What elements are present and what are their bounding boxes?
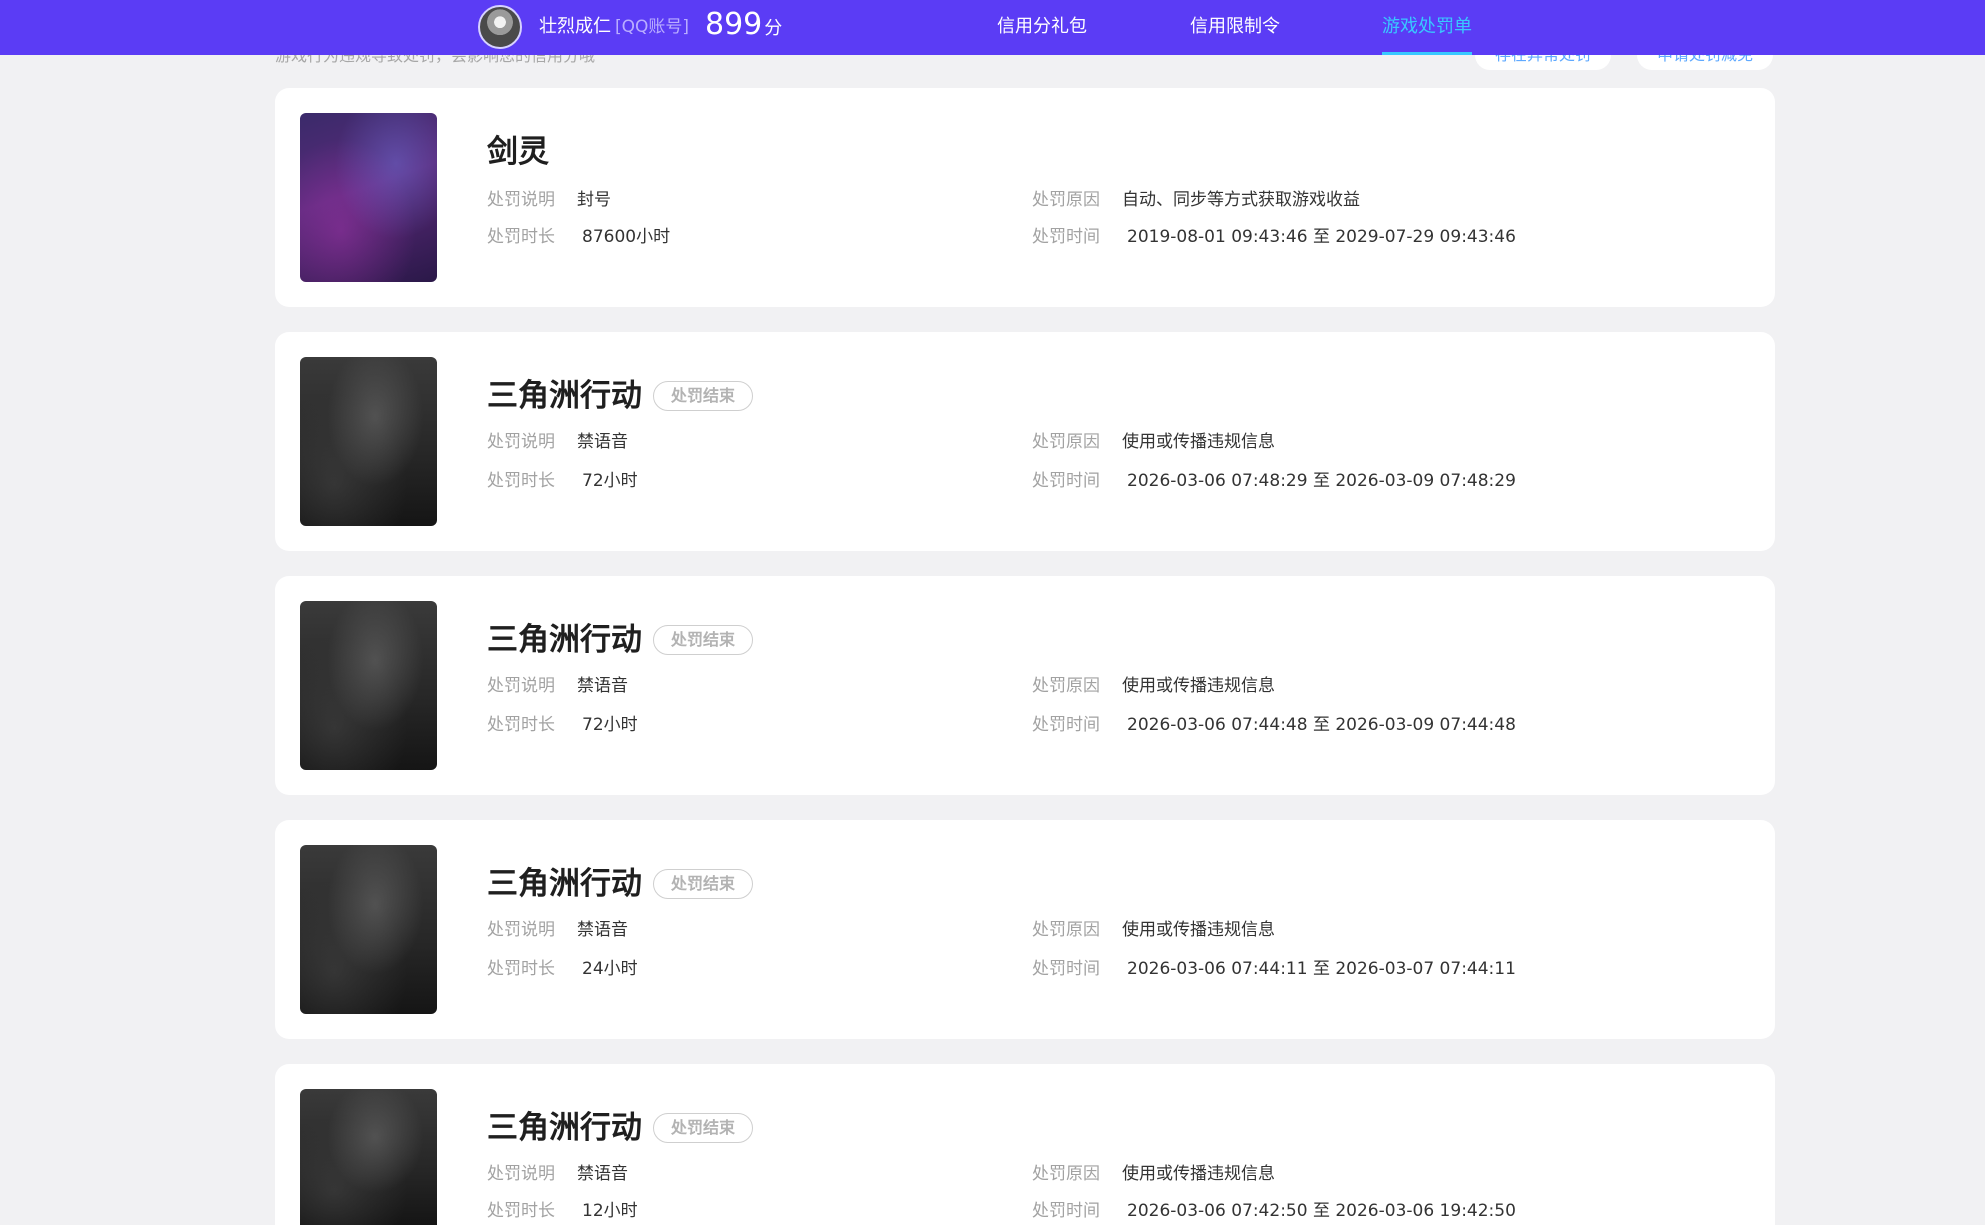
desc-value: 禁语音 bbox=[577, 432, 628, 452]
desc-value: 禁语音 bbox=[577, 676, 628, 696]
status-badge: 处罚结束 bbox=[653, 381, 754, 411]
status-badge: 处罚结束 bbox=[653, 625, 754, 655]
reason-value: 自动、同步等方式获取游戏收益 bbox=[1122, 190, 1360, 210]
reason-label: 处罚原因 bbox=[1032, 920, 1100, 940]
game-title: 三角洲行动 bbox=[487, 1110, 642, 1146]
penalty-card: 三角洲行动 处罚结束 处罚说明 禁语音 处罚时长 72小时 处罚原因 使用或传播… bbox=[275, 332, 1775, 551]
username: 壮烈成仁 bbox=[539, 16, 611, 37]
penalty-card: 三角洲行动 处罚结束 处罚说明 禁语音 处罚时长 12小时 处罚原因 使用或传播… bbox=[275, 1064, 1775, 1225]
avatar[interactable] bbox=[478, 5, 522, 49]
user-name-block: 壮烈成仁 [QQ账号] bbox=[539, 15, 689, 39]
duration-value: 72小时 bbox=[582, 471, 638, 491]
desc-value: 禁语音 bbox=[577, 1164, 628, 1184]
duration-label: 处罚时长 bbox=[487, 1201, 555, 1221]
time-label: 处罚时间 bbox=[1032, 471, 1100, 491]
desc-value: 禁语音 bbox=[577, 920, 628, 940]
reason-label: 处罚原因 bbox=[1032, 1164, 1100, 1184]
time-label: 处罚时间 bbox=[1032, 1201, 1100, 1221]
time-value: 2026-03-06 07:42:50 至 2026-03-06 19:42:5… bbox=[1127, 1201, 1516, 1221]
reason-value: 使用或传播违规信息 bbox=[1122, 676, 1275, 696]
time-value: 2019-08-01 09:43:46 至 2029-07-29 09:43:4… bbox=[1127, 227, 1516, 247]
status-badge: 处罚结束 bbox=[653, 1113, 754, 1143]
game-title: 剑灵 bbox=[487, 134, 549, 170]
game-cover-image bbox=[300, 845, 437, 1014]
time-label: 处罚时间 bbox=[1032, 715, 1100, 735]
duration-value: 72小时 bbox=[582, 715, 638, 735]
duration-value: 24小时 bbox=[582, 959, 638, 979]
desc-label: 处罚说明 bbox=[487, 190, 555, 210]
time-value: 2026-03-06 07:48:29 至 2026-03-09 07:48:2… bbox=[1127, 471, 1516, 491]
account-type: [QQ账号] bbox=[615, 17, 690, 37]
desc-label: 处罚说明 bbox=[487, 1164, 555, 1184]
duration-label: 处罚时长 bbox=[487, 227, 555, 247]
status-badge: 处罚结束 bbox=[653, 869, 754, 899]
score-value: 899 bbox=[705, 7, 763, 42]
game-cover-image bbox=[300, 1089, 437, 1225]
duration-label: 处罚时长 bbox=[487, 471, 555, 491]
desc-value: 封号 bbox=[577, 190, 611, 210]
desc-label: 处罚说明 bbox=[487, 676, 555, 696]
penalty-card: 三角洲行动 处罚结束 处罚说明 禁语音 处罚时长 24小时 处罚原因 使用或传播… bbox=[275, 820, 1775, 1039]
reason-value: 使用或传播违规信息 bbox=[1122, 920, 1275, 940]
desc-label: 处罚说明 bbox=[487, 920, 555, 940]
duration-label: 处罚时长 bbox=[487, 715, 555, 735]
game-title: 三角洲行动 bbox=[487, 866, 642, 902]
penalty-card: 剑灵 处罚说明 封号 处罚时长 87600小时 处罚原因 自动、同步等方式获取游… bbox=[275, 88, 1775, 307]
game-cover-image bbox=[300, 357, 437, 526]
desc-label: 处罚说明 bbox=[487, 432, 555, 452]
game-cover-image bbox=[300, 601, 437, 770]
duration-value: 12小时 bbox=[582, 1201, 638, 1221]
tab-credit-restriction[interactable]: 信用限制令 bbox=[1190, 0, 1280, 55]
game-cover-image bbox=[300, 113, 437, 282]
time-label: 处罚时间 bbox=[1032, 959, 1100, 979]
top-bar: 壮烈成仁 [QQ账号] 899 分 信用分礼包 信用限制令 游戏处罚单 bbox=[0, 0, 1985, 55]
penalty-card: 三角洲行动 处罚结束 处罚说明 禁语音 处罚时长 72小时 处罚原因 使用或传播… bbox=[275, 576, 1775, 795]
duration-value: 87600小时 bbox=[582, 227, 671, 247]
reason-value: 使用或传播违规信息 bbox=[1122, 1164, 1275, 1184]
game-title: 三角洲行动 bbox=[487, 622, 642, 658]
reason-label: 处罚原因 bbox=[1032, 676, 1100, 696]
reason-label: 处罚原因 bbox=[1032, 432, 1100, 452]
credit-score: 899 分 bbox=[705, 7, 782, 47]
tab-credit-gift[interactable]: 信用分礼包 bbox=[997, 0, 1087, 55]
duration-label: 处罚时长 bbox=[487, 959, 555, 979]
game-title: 三角洲行动 bbox=[487, 378, 642, 414]
time-value: 2026-03-06 07:44:11 至 2026-03-07 07:44:1… bbox=[1127, 959, 1516, 979]
reason-value: 使用或传播违规信息 bbox=[1122, 432, 1275, 452]
reason-label: 处罚原因 bbox=[1032, 190, 1100, 210]
time-value: 2026-03-06 07:44:48 至 2026-03-09 07:44:4… bbox=[1127, 715, 1516, 735]
time-label: 处罚时间 bbox=[1032, 227, 1100, 247]
tab-game-penalty[interactable]: 游戏处罚单 bbox=[1382, 0, 1472, 55]
score-unit: 分 bbox=[764, 18, 783, 39]
